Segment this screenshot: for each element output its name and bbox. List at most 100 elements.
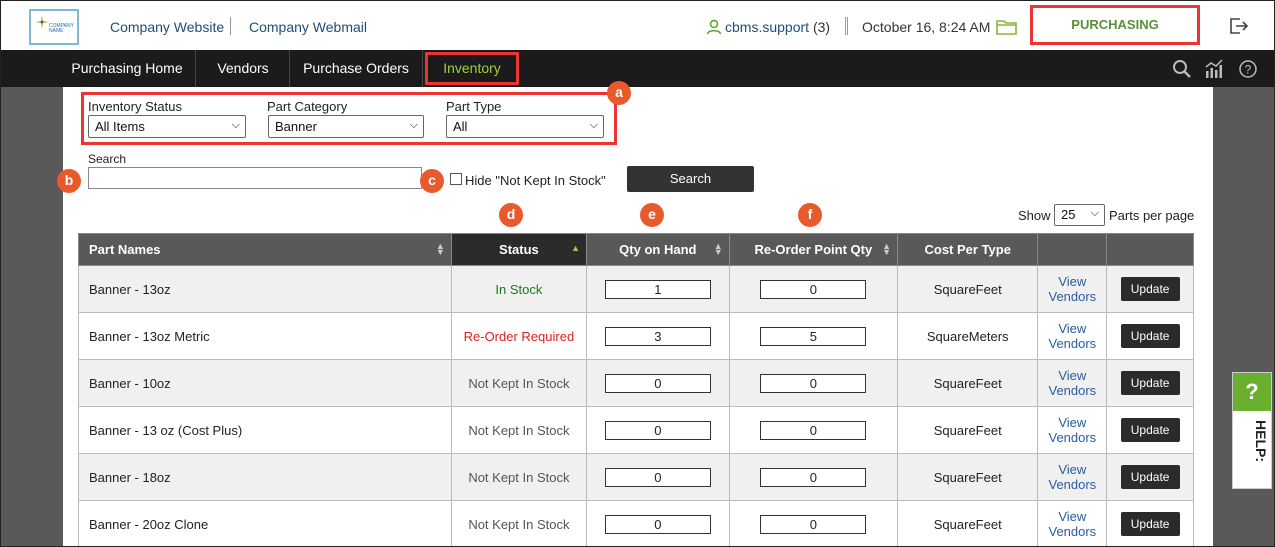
hide-not-kept-label: Hide "Not Kept In Stock" xyxy=(465,173,606,188)
hide-not-kept-checkbox[interactable] xyxy=(450,173,462,185)
part-category-label: Part Category xyxy=(267,99,348,114)
part-name: Banner - 13oz xyxy=(78,265,452,313)
nav-divider xyxy=(195,50,196,87)
callout-b: b xyxy=(57,169,81,193)
qty-on-hand-input[interactable]: 0 xyxy=(604,420,711,440)
search-button[interactable]: Search xyxy=(627,166,754,192)
main-nav: Purchasing Home Vendors Purchase Orders … xyxy=(1,50,1274,87)
callout-e: e xyxy=(640,203,664,227)
view-vendors-link[interactable]: View Vendors xyxy=(1038,415,1106,445)
view-vendors-link[interactable]: View Vendors xyxy=(1038,274,1106,304)
qty-on-hand-input[interactable]: 0 xyxy=(604,514,711,534)
view-vendors-line2: Vendors xyxy=(1048,524,1097,539)
help-label: HELP: xyxy=(1253,420,1269,462)
part-name: Banner - 20oz Clone xyxy=(78,500,452,546)
qty-on-hand-input[interactable]: 1 xyxy=(604,279,711,299)
company-logo[interactable]: COMPANY NAME xyxy=(29,9,79,45)
nav-purchasing-home[interactable]: Purchasing Home xyxy=(63,50,191,87)
vendors-cell: View Vendors xyxy=(1037,453,1108,501)
view-vendors-line2: Vendors xyxy=(1048,383,1097,398)
callout-c: c xyxy=(420,169,444,193)
update-button[interactable]: Update xyxy=(1120,512,1180,536)
per-page-select[interactable]: 25 ⌵ xyxy=(1054,204,1105,226)
update-button[interactable]: Update xyxy=(1120,418,1180,442)
col-status[interactable]: Status ▲ xyxy=(450,233,588,266)
view-vendors-link[interactable]: View Vendors xyxy=(1038,321,1106,351)
vendors-cell: View Vendors xyxy=(1037,359,1108,407)
col-qty-on-hand[interactable]: Qty on Hand ▲ ▼ xyxy=(586,233,730,266)
inventory-status-value: All Items xyxy=(95,119,145,134)
reorder-cell: 0 xyxy=(728,406,899,454)
search-input[interactable] xyxy=(88,167,422,189)
view-vendors-link[interactable]: View Vendors xyxy=(1038,462,1106,492)
chevron-down-icon: ⌵ xyxy=(231,119,240,131)
page-gutter-left xyxy=(1,87,63,546)
part-category-select[interactable]: Banner ⌵ xyxy=(268,115,424,138)
svg-text:?: ? xyxy=(1245,63,1252,77)
qty-on-hand-input[interactable]: 0 xyxy=(604,373,711,393)
col-status-label: Status xyxy=(499,242,539,257)
sort-asc-icon: ▲ xyxy=(571,243,580,253)
vendors-cell: View Vendors xyxy=(1037,312,1108,360)
update-button[interactable]: Update xyxy=(1120,324,1180,348)
reorder-point-input[interactable]: 0 xyxy=(760,514,867,534)
reports-chart-icon[interactable] xyxy=(1204,59,1224,79)
col-cost-label: Cost Per Type xyxy=(924,242,1011,257)
company-website-link[interactable]: Company Website xyxy=(110,19,224,35)
qty-on-hand-input[interactable]: 0 xyxy=(604,467,711,487)
reorder-point-input[interactable]: 0 xyxy=(760,279,867,299)
col-reorder-point[interactable]: Re-Order Point Qty ▲ ▼ xyxy=(728,233,899,266)
reorder-cell: 0 xyxy=(728,359,899,407)
update-button[interactable]: Update xyxy=(1120,277,1180,301)
inventory-status-select[interactable]: All Items ⌵ xyxy=(88,115,246,138)
nav-purchase-orders[interactable]: Purchase Orders xyxy=(290,50,422,87)
col-reorder-label: Re-Order Point Qty xyxy=(754,242,873,257)
view-vendors-line1: View xyxy=(1058,321,1087,336)
sort-icon: ▲ ▼ xyxy=(713,241,723,257)
purchasing-module-button[interactable]: PURCHASING xyxy=(1030,5,1200,45)
col-part-names[interactable]: Part Names ▲ ▼ xyxy=(78,233,452,266)
nav-inventory[interactable]: Inventory xyxy=(425,52,519,85)
sort-icon: ▲ ▼ xyxy=(882,241,892,257)
reorder-point-input[interactable]: 0 xyxy=(760,467,867,487)
part-name: Banner - 10oz xyxy=(78,359,452,407)
update-button[interactable]: Update xyxy=(1120,465,1180,489)
reorder-point-input[interactable]: 5 xyxy=(760,326,867,346)
qty-cell: 0 xyxy=(586,453,730,501)
stock-status-text: Not Kept In Stock xyxy=(468,375,570,391)
qty-on-hand-input[interactable]: 3 xyxy=(604,326,711,346)
folder-icon[interactable] xyxy=(996,18,1018,36)
nav-vendors[interactable]: Vendors xyxy=(197,50,289,87)
view-vendors-line2: Vendors xyxy=(1048,336,1097,351)
col-update xyxy=(1106,233,1194,266)
view-vendors-link[interactable]: View Vendors xyxy=(1038,509,1106,539)
view-vendors-line2: Vendors xyxy=(1048,289,1097,304)
callout-d: d xyxy=(499,203,523,227)
help-tab[interactable]: ? HELP: xyxy=(1232,372,1272,489)
company-webmail-link[interactable]: Company Webmail xyxy=(249,19,367,35)
stock-status-text: In Stock xyxy=(495,281,543,297)
stock-status: In Stock xyxy=(450,265,588,313)
view-vendors-line2: Vendors xyxy=(1048,477,1097,492)
per-page-value: 25 xyxy=(1061,207,1076,222)
search-icon[interactable] xyxy=(1172,59,1192,79)
cost-per-type: SquareMeters xyxy=(897,312,1039,360)
top-bar: COMPANY NAME Company Website Company Web… xyxy=(1,1,1274,50)
table-header-row: Part Names ▲ ▼ Status ▲ Qty on Hand ▲ ▼ Re… xyxy=(78,233,1194,266)
callout-a: a xyxy=(607,81,631,105)
reorder-point-input[interactable]: 0 xyxy=(760,373,867,393)
user-menu[interactable]: cbms.support (3) xyxy=(706,19,830,35)
qty-cell: 0 xyxy=(586,359,730,407)
view-vendors-line1: View xyxy=(1058,509,1087,524)
part-type-select[interactable]: All ⌵ xyxy=(446,115,604,138)
reorder-cell: 5 xyxy=(728,312,899,360)
help-circle-icon[interactable]: ? xyxy=(1238,59,1258,79)
cost-per-type: SquareFeet xyxy=(897,453,1039,501)
stock-status: Not Kept In Stock xyxy=(450,500,588,546)
logout-icon[interactable] xyxy=(1228,16,1250,36)
reorder-point-input[interactable]: 0 xyxy=(760,420,867,440)
part-name: Banner - 13oz Metric xyxy=(78,312,452,360)
qty-cell: 1 xyxy=(586,265,730,313)
update-button[interactable]: Update xyxy=(1120,371,1180,395)
view-vendors-link[interactable]: View Vendors xyxy=(1038,368,1106,398)
